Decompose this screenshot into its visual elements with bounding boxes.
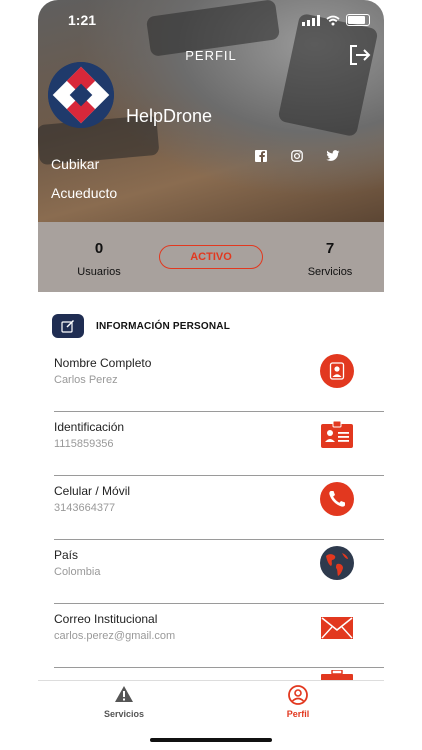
field-value: 3143664377 [54,502,116,514]
status-time: 1:21 [68,12,97,28]
tab-perfil[interactable]: Perfil [248,685,348,719]
company-logo [48,62,114,128]
instagram-icon[interactable] [291,150,303,162]
globe-icon [320,546,354,580]
field-label: Celular / Móvil [54,484,131,498]
person-icon [320,354,354,388]
profile-screen: 1:21 PERFIL HelpDrone Cubikar Acueducto … [38,0,384,750]
tab-servicios[interactable]: Servicios [74,685,174,719]
field-row-name: Nombre Completo Carlos Perez [38,348,384,412]
section-header: INFORMACIÓN PERSONAL [52,314,230,338]
edit-icon[interactable] [52,314,84,338]
twitter-icon[interactable] [326,150,340,162]
users-label: Usuarios [77,266,121,278]
id-card-icon [321,420,353,448]
users-count: 0 [94,240,104,257]
company-line-2: Acueducto [51,185,118,201]
field-row-id: Identificación 1115859356 [38,412,384,476]
tab-label: Perfil [286,709,310,719]
mail-icon [321,617,353,639]
company-line-1: Cubikar [51,156,100,172]
field-label: Identificación [54,420,125,434]
tab-bar: Servicios Perfil [38,680,384,731]
tab-label: Servicios [103,709,145,719]
field-row-email: Correo Institucional carlos.perez@gmail.… [38,604,384,668]
field-label: País [54,548,79,562]
field-row-country: País Colombia [38,540,384,604]
briefcase-icon [321,670,353,680]
home-indicator [150,738,272,742]
page-title: PERFIL [185,48,237,63]
field-value: Carlos Perez [54,374,118,386]
cellular-signal-icon [302,14,320,26]
row-divider [54,667,384,668]
warning-icon [115,686,133,702]
services-count: 7 [325,240,335,257]
field-value: 1115859356 [54,438,114,450]
user-circle-icon [288,685,308,705]
status-badge: ACTIVO [159,245,263,269]
status-bar: 1:21 [38,12,384,32]
field-value: carlos.perez@gmail.com [54,630,176,642]
field-value: Colombia [54,566,101,578]
field-label: Correo Institucional [54,612,158,626]
logout-icon[interactable] [348,44,372,66]
field-row-phone: Celular / Móvil 3143664377 [38,476,384,540]
company-name: HelpDrone [126,106,213,126]
section-title: INFORMACIÓN PERSONAL [96,320,230,332]
battery-icon [346,14,370,26]
wifi-icon [326,15,340,25]
field-label: Nombre Completo [54,356,152,370]
stats-bar: 0 Usuarios ACTIVO 7 Servicios [38,222,384,292]
phone-icon [320,482,354,516]
facebook-icon[interactable] [255,150,267,162]
services-label: Servicios [307,266,353,278]
